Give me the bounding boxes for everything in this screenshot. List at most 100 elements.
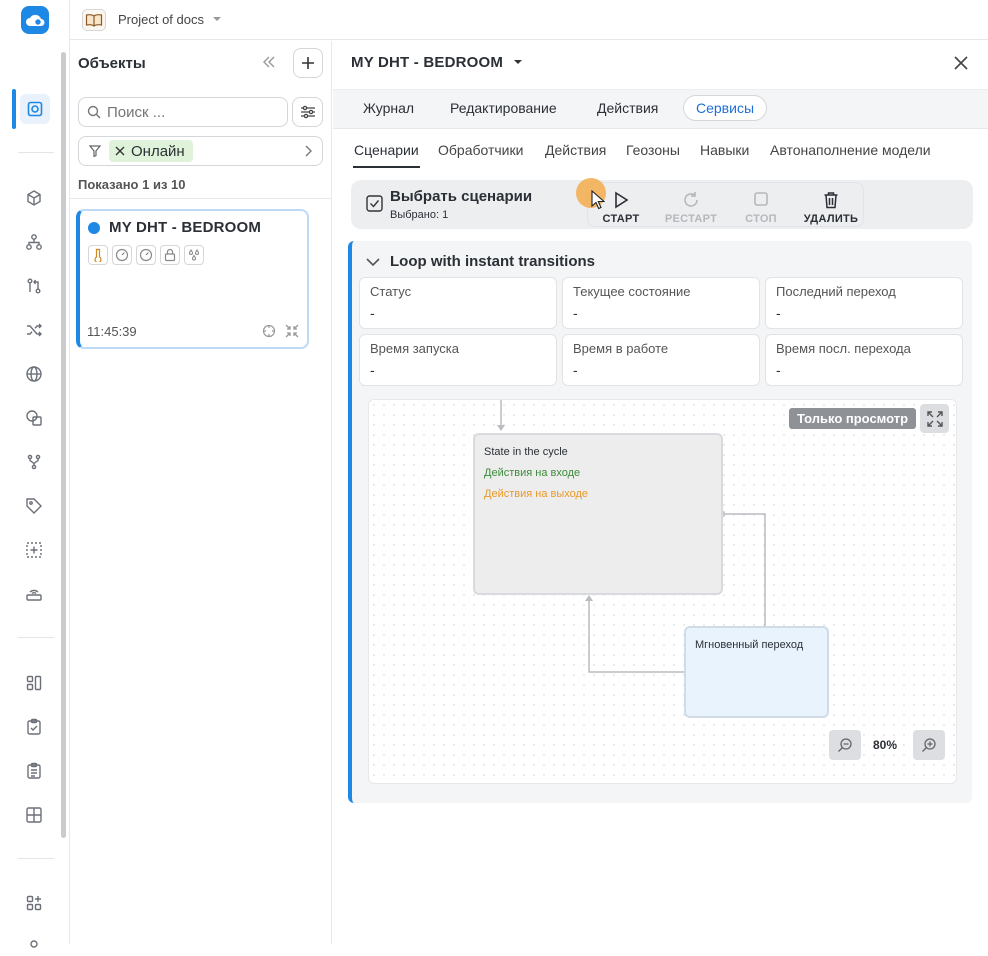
router-icon[interactable]: [22, 582, 46, 606]
play-icon: [615, 191, 629, 209]
dashboard-icon[interactable]: [22, 671, 46, 695]
gauge-icon: [112, 245, 132, 265]
tab-editing[interactable]: Редактирование: [450, 100, 557, 116]
active-filters-bar[interactable]: Онлайн: [78, 136, 323, 166]
scenario-header[interactable]: Loop with instant transitions: [366, 253, 595, 270]
fork-icon[interactable]: [22, 450, 46, 474]
subtab-model-autofill[interactable]: Автонаполнение модели: [770, 142, 931, 158]
scenario-actions-group: СТАРТ РЕСТАРТ СТОП УДАЛИТЬ: [587, 182, 864, 227]
panel-title: Объекты: [78, 54, 146, 72]
caret-down-icon[interactable]: [513, 59, 523, 66]
results-count: Показано 1 из 10: [78, 177, 186, 192]
stop-button[interactable]: СТОП: [731, 191, 791, 225]
search-field[interactable]: [78, 97, 288, 127]
rail-active-indicator: [12, 89, 16, 129]
grid-icon[interactable]: [22, 803, 46, 827]
shapes-icon[interactable]: [22, 406, 46, 430]
zoom-in-button[interactable]: [913, 730, 945, 760]
subtab-handlers[interactable]: Обработчики: [438, 142, 523, 158]
filter-settings-button[interactable]: [292, 97, 323, 127]
cube-icon[interactable]: [22, 186, 46, 210]
trash-icon: [824, 192, 838, 209]
rail-scrollbar[interactable]: [61, 52, 66, 838]
stat-value: -: [370, 362, 375, 378]
stat-key: Время посл. перехода: [776, 341, 911, 356]
exit-actions[interactable]: Действия на выходе: [484, 488, 588, 500]
remove-filter-icon[interactable]: [115, 146, 125, 156]
object-card[interactable]: MY DHT - BEDROOM 11:45:39: [76, 209, 309, 349]
stop-icon: [754, 192, 768, 206]
git-compare-icon[interactable]: [22, 274, 46, 298]
subtab-skills[interactable]: Навыки: [700, 142, 749, 158]
select-checkbox-icon[interactable]: [366, 195, 383, 212]
object-name: MY DHT - BEDROOM: [109, 219, 262, 236]
collapse-panel-icon[interactable]: [262, 55, 276, 69]
subtab-scenarios[interactable]: Сценарии: [354, 142, 419, 158]
project-name[interactable]: Project of docs: [118, 12, 204, 27]
object-details: MY DHT - BEDROOM Журнал Редактирование Д…: [333, 41, 988, 944]
zoom-level: 80%: [873, 738, 898, 752]
transition-node[interactable]: Мгновенный переход: [684, 626, 829, 718]
left-rail: [0, 0, 70, 948]
stat-value: -: [776, 305, 781, 321]
clipboard-check-icon[interactable]: [22, 715, 46, 739]
chevron-right-icon[interactable]: [304, 145, 312, 157]
scenario-diagram-canvas[interactable]: State in the cycle Действия на входе Дей…: [368, 399, 957, 784]
app-logo-icon[interactable]: [21, 6, 49, 34]
lock-icon: [160, 245, 180, 265]
entry-actions[interactable]: Действия на входе: [484, 467, 580, 479]
tab-actions[interactable]: Действия: [597, 100, 658, 116]
project-bar: Project of docs: [70, 0, 988, 40]
expand-icon: [926, 410, 943, 427]
close-icon[interactable]: [953, 55, 969, 71]
stat-uptime: Время в работе -: [562, 334, 760, 386]
chevron-down-icon[interactable]: [366, 257, 380, 267]
stat-value: -: [573, 362, 578, 378]
restart-button[interactable]: РЕСТАРТ: [661, 191, 721, 225]
stat-value: -: [776, 362, 781, 378]
zoom-out-button[interactable]: [829, 730, 861, 760]
plus-icon: [302, 57, 314, 69]
main-tabs: Журнал Редактирование Действия Сервисы: [333, 89, 988, 129]
globe-icon[interactable]: [22, 362, 46, 386]
state-node[interactable]: State in the cycle Действия на входе Дей…: [473, 433, 723, 595]
settings-icon[interactable]: [22, 932, 46, 956]
filter-chip-online[interactable]: Онлайн: [109, 140, 193, 162]
fullscreen-button[interactable]: [920, 404, 949, 433]
stop-label: СТОП: [745, 213, 777, 225]
stat-key: Статус: [370, 284, 412, 299]
book-icon[interactable]: [82, 8, 106, 31]
tag-icon[interactable]: [22, 494, 46, 518]
zoom-in-icon: [922, 738, 936, 752]
delete-button[interactable]: УДАЛИТЬ: [801, 191, 861, 225]
hierarchy-icon[interactable]: [22, 230, 46, 254]
rail-divider: [18, 637, 54, 638]
crosshair-icon[interactable]: [262, 324, 276, 338]
shuffle-icon[interactable]: [22, 318, 46, 342]
stat-status: Статус -: [359, 277, 557, 329]
panel-divider: [70, 198, 332, 199]
online-status-dot: [88, 222, 100, 234]
apps-add-icon[interactable]: [22, 891, 46, 915]
tab-journal[interactable]: Журнал: [363, 100, 414, 116]
tab-services[interactable]: Сервисы: [683, 95, 768, 121]
rail-divider: [18, 152, 54, 153]
object-header[interactable]: MY DHT - BEDROOM: [351, 54, 523, 71]
clipboard-list-icon[interactable]: [22, 759, 46, 783]
stat-last-transition: Последний переход -: [765, 277, 963, 329]
mouse-cursor-icon: [591, 190, 605, 210]
objects-icon[interactable]: [20, 94, 50, 124]
caret-down-icon[interactable]: [212, 16, 222, 23]
stat-current-state: Текущее состояние -: [562, 277, 760, 329]
search-input[interactable]: [107, 103, 277, 121]
subtab-actions[interactable]: Действия: [545, 142, 606, 158]
drops-icon: [184, 245, 204, 265]
add-object-button[interactable]: [293, 48, 323, 78]
collapse-arrows-icon[interactable]: [285, 324, 299, 338]
add-frame-icon[interactable]: [22, 538, 46, 562]
subtab-geozones[interactable]: Геозоны: [626, 142, 680, 158]
stat-last-transition-time: Время посл. перехода -: [765, 334, 963, 386]
select-scenarios-label[interactable]: Выбрать сценарии: [390, 188, 532, 205]
selected-count: Выбрано: 1: [390, 209, 449, 221]
stat-key: Время в работе: [573, 341, 669, 356]
